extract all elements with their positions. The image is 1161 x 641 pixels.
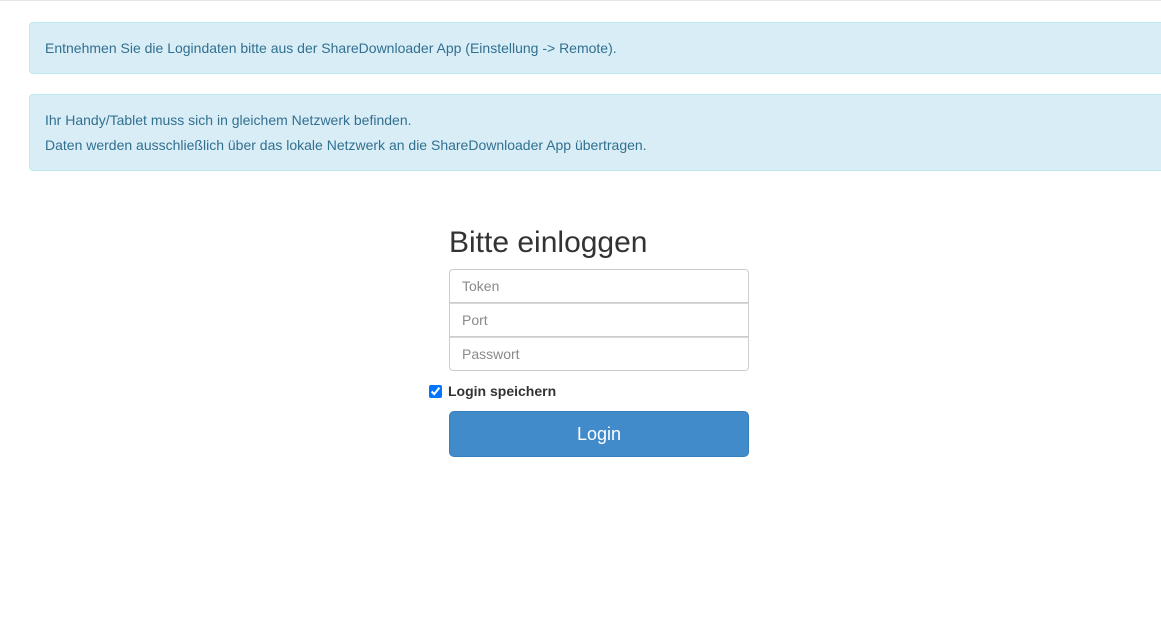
network-hint-alert: Ihr Handy/Tablet muss sich in gleichem N…: [29, 94, 1161, 171]
login-hint-alert: Entnehmen Sie die Logindaten bitte aus d…: [29, 22, 1161, 74]
network-hint-line-2: Daten werden ausschließlich über das lok…: [45, 137, 647, 153]
login-hint-text: Entnehmen Sie die Logindaten bitte aus d…: [45, 40, 617, 56]
top-border: [0, 0, 1161, 1]
remember-login[interactable]: Login speichern: [429, 382, 556, 400]
login-heading: Bitte einloggen: [449, 226, 648, 259]
token-input[interactable]: [449, 269, 749, 303]
login-button[interactable]: Login: [449, 411, 749, 457]
remember-login-label: Login speichern: [448, 383, 557, 399]
port-input[interactable]: [449, 303, 749, 337]
password-input[interactable]: [449, 337, 749, 371]
remember-login-checkbox[interactable]: [429, 384, 442, 398]
network-hint-line-1: Ihr Handy/Tablet muss sich in gleichem N…: [45, 112, 412, 128]
